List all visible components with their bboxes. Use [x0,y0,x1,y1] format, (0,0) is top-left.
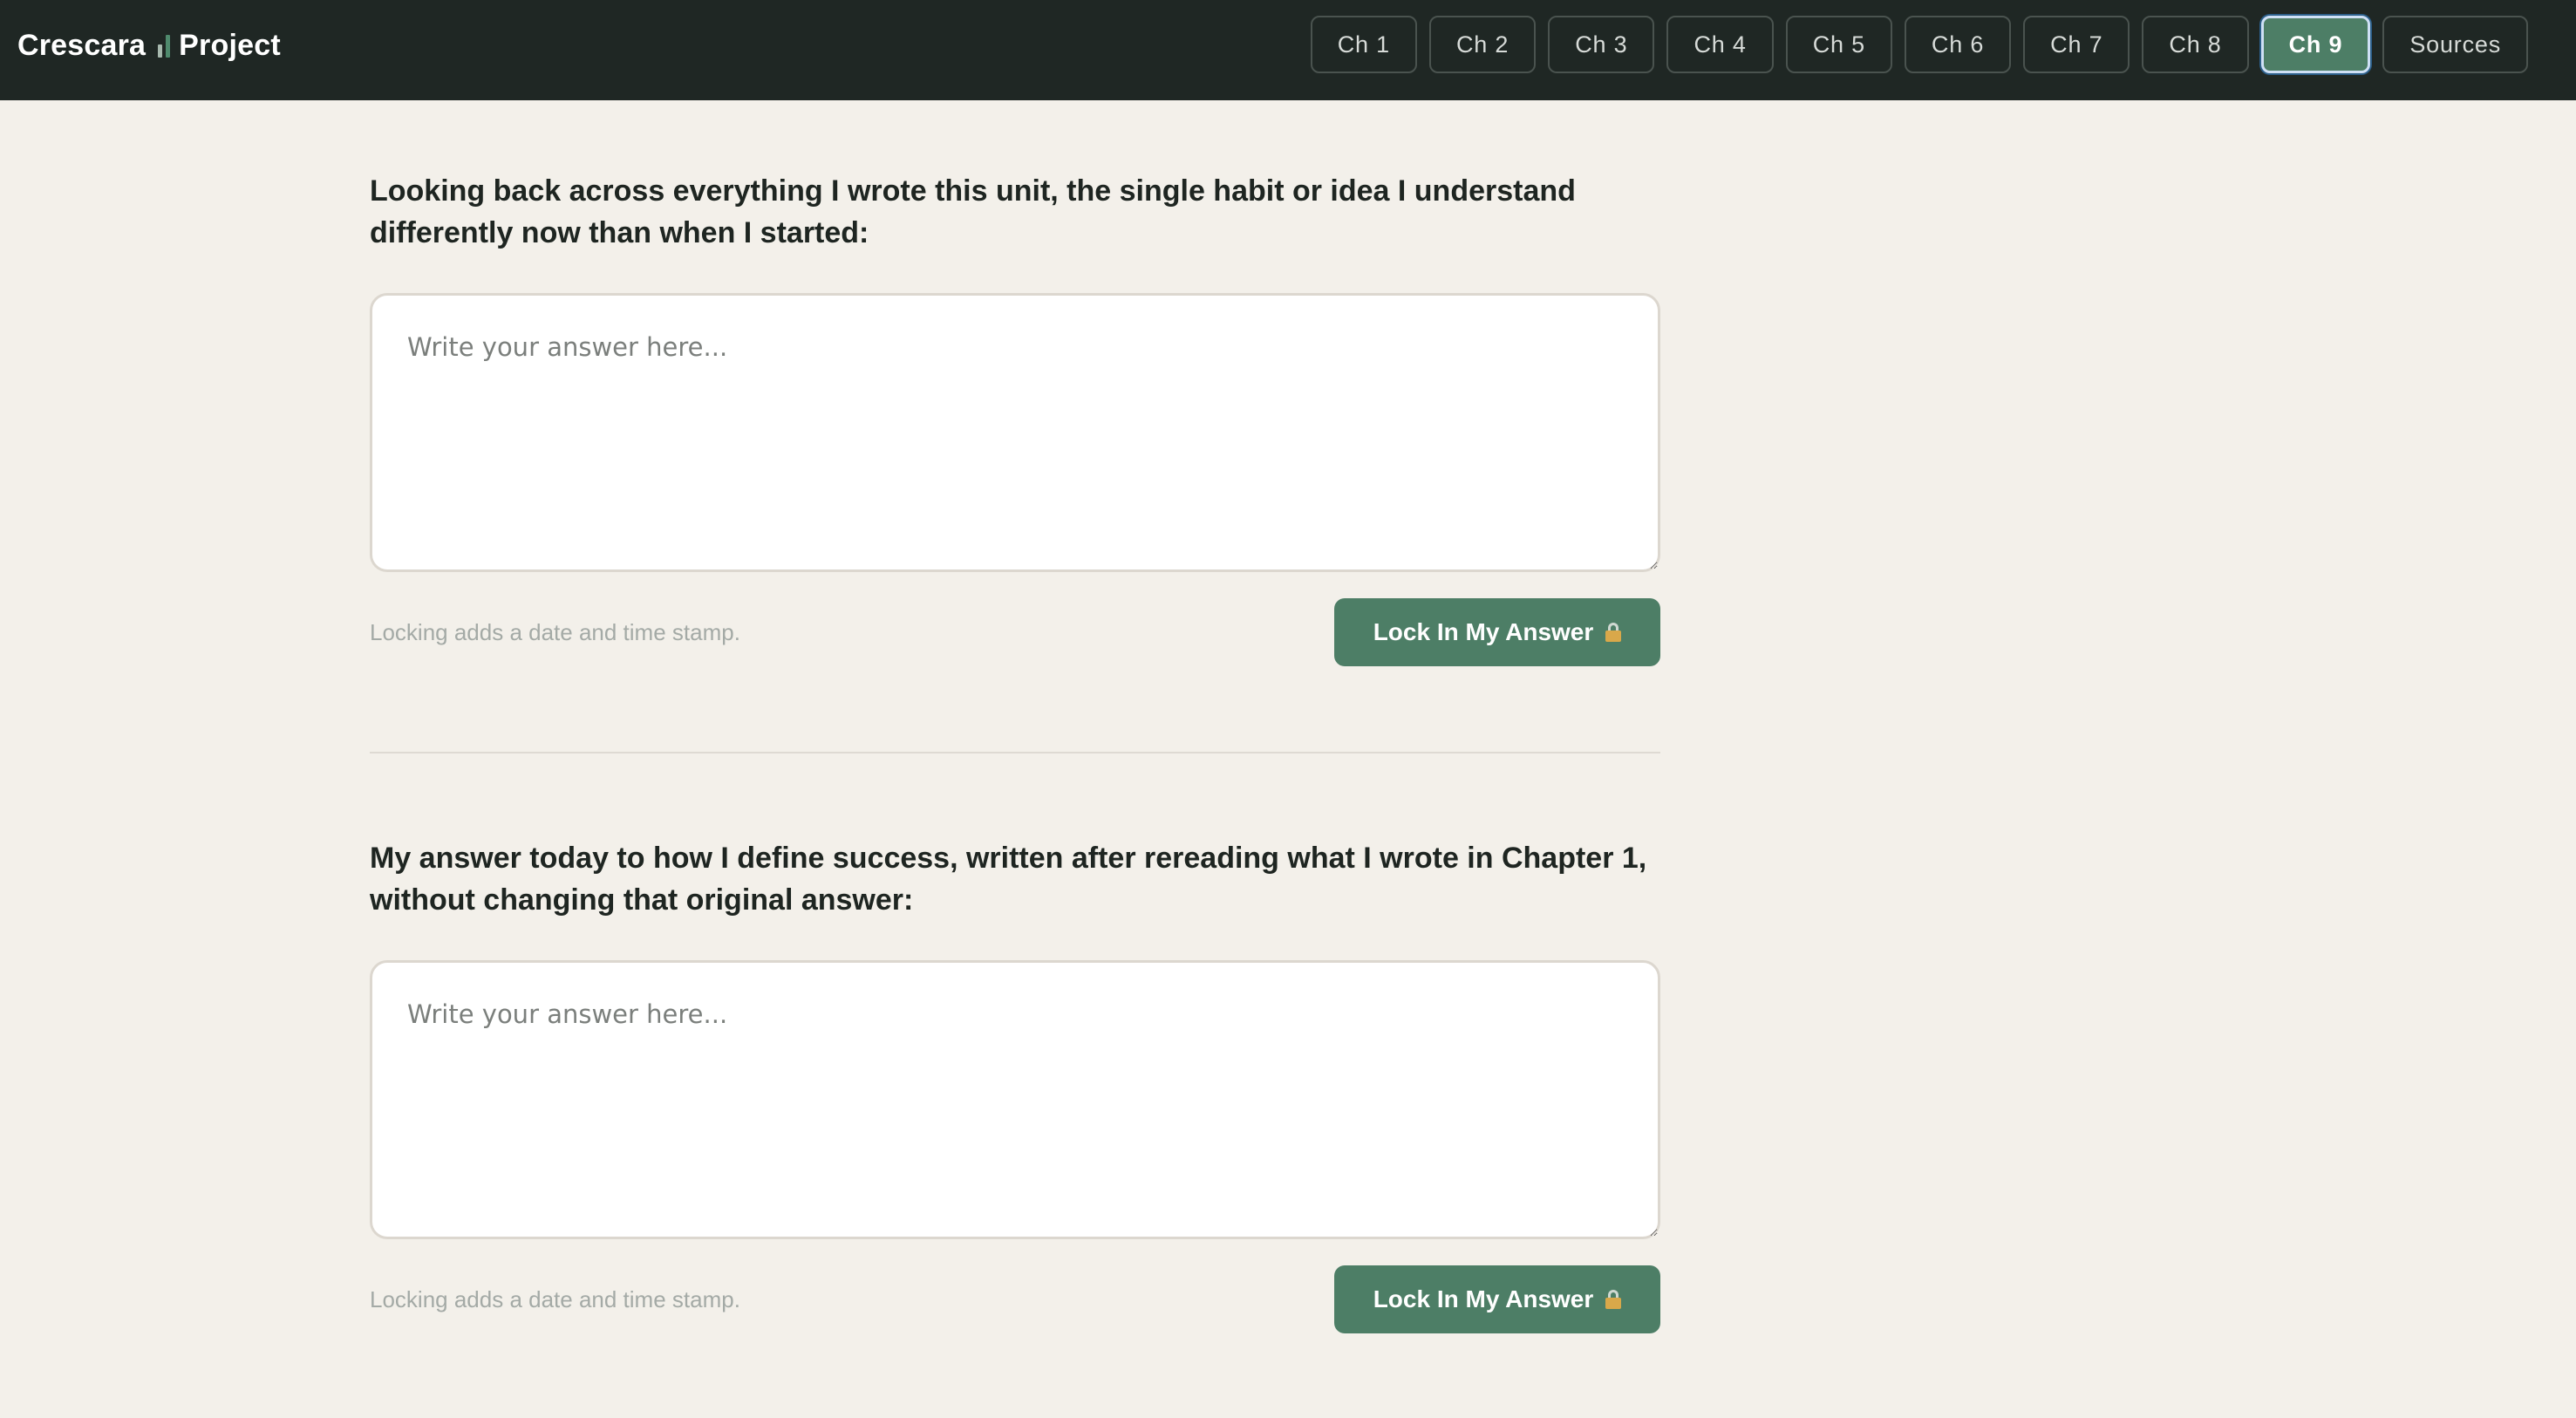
nav-chapter-8[interactable]: Ch 8 [2142,16,2249,73]
nav-chapter-5[interactable]: Ch 5 [1785,16,1892,73]
lock-note-1: Locking adds a date and time stamp. [370,619,740,645]
lock-answer-button-1[interactable]: Lock In My Answer [1334,598,1660,666]
brand-logo[interactable]: Crescara Project [17,0,281,92]
nav-chapter-6[interactable]: Ch 6 [1904,16,2012,73]
answer-textarea-1[interactable] [370,293,1660,572]
question-block-1: Looking back across everything I wrote t… [370,170,1660,666]
lock-icon [1605,623,1622,642]
question-prompt-1: Looking back across everything I wrote t… [370,174,1576,249]
bar-chart-icon [158,34,171,58]
top-bar: Crescara Project Ch 1 Ch 2 Ch 3 Ch 4 Ch … [0,0,2576,100]
answer-textarea-2[interactable] [370,960,1660,1239]
answer-footer-2: Locking adds a date and time stamp. Lock… [370,1265,1660,1333]
lock-button-label-1: Lock In My Answer [1373,618,1594,645]
nav-chapter-9[interactable]: Ch 9 [2260,16,2371,73]
lock-button-label-2: Lock In My Answer [1373,1285,1594,1312]
nav-chapter-7[interactable]: Ch 7 [2023,16,2130,73]
lock-icon [1605,1290,1622,1309]
nav-chapter-4[interactable]: Ch 4 [1666,16,1774,73]
question-prompt-2: My answer today to how I define success,… [370,842,1647,917]
answer-footer-1: Locking adds a date and time stamp. Lock… [370,598,1660,666]
brand-name-left: Crescara [17,29,147,62]
nav-chapter-2[interactable]: Ch 2 [1428,16,1537,73]
chapter-nav: Ch 1 Ch 2 Ch 3 Ch 4 Ch 5 Ch 6 Ch 7 Ch 8 … [1310,16,2528,73]
lock-note-2: Locking adds a date and time stamp. [370,1286,740,1312]
lock-answer-button-2[interactable]: Lock In My Answer [1334,1265,1660,1333]
nav-sources[interactable]: Sources [2382,16,2528,73]
question-block-2: My answer today to how I define success,… [370,837,1660,1333]
brand-name-right: Project [179,29,281,62]
section-divider [370,752,1660,753]
nav-chapter-3[interactable]: Ch 3 [1548,16,1655,73]
nav-chapter-1[interactable]: Ch 1 [1310,16,1417,73]
